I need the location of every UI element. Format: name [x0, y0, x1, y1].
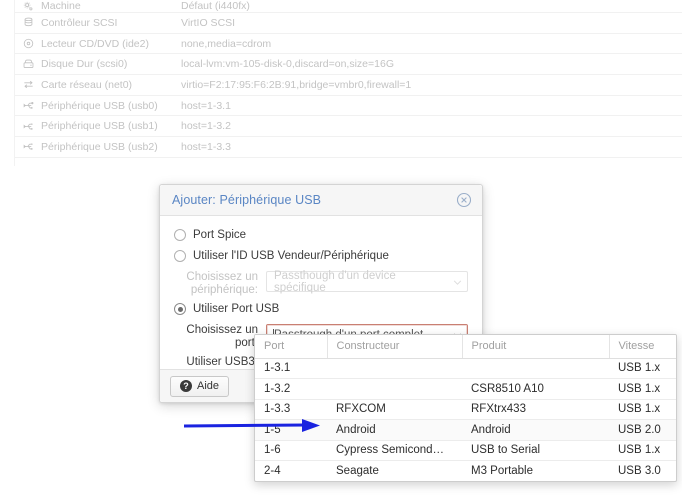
cell-vitesse: USB 1.x	[609, 378, 676, 400]
cell-port: 2-4	[264, 465, 281, 477]
cdrom-icon	[15, 38, 41, 49]
column-header-constructeur[interactable]: Constructeur	[327, 335, 463, 359]
column-header-vitesse[interactable]: Vitesse	[609, 335, 676, 359]
cell-vitesse: USB 1.x	[609, 399, 676, 420]
cell-produit: M3 Portable	[471, 465, 534, 477]
dialog-title: Ajouter: Périphérique USB	[172, 193, 322, 207]
hardware-value: virtio=F2:17:95:F6:2B:91,bridge=vmbr0,fi…	[181, 78, 412, 91]
usb-icon	[15, 100, 41, 111]
device-select-label: Choisissez un périphérique:	[186, 271, 258, 296]
hardware-name: Machine	[41, 0, 81, 12]
question-mark-icon: ?	[180, 380, 192, 392]
hardware-row-network[interactable]: Carte réseau (net0) virtio=F2:17:95:F6:2…	[15, 75, 682, 96]
radio-option-usb-port[interactable]: Utiliser Port USB	[174, 303, 468, 315]
table-row[interactable]: 1-6 Cypress Semicond… USB to Serial USB …	[255, 440, 676, 461]
hardware-name: Périphérique USB (usb2)	[41, 140, 158, 153]
hardware-name: Contrôleur SCSI	[41, 16, 118, 29]
hardware-row-usb2[interactable]: Périphérique USB (usb2) host=1-3.3	[15, 137, 682, 158]
cell-constructeur: Seagate	[336, 465, 379, 477]
cell-port: 1-6	[255, 440, 327, 461]
hardware-name: Périphérique USB (usb0)	[41, 99, 158, 112]
help-button[interactable]: ? Aide	[170, 375, 230, 397]
chevron-down-icon	[453, 279, 462, 285]
radio-spice-indicator[interactable]	[174, 229, 186, 241]
cell-port: 1-5	[255, 419, 327, 441]
hardware-value: Défaut (i440fx)	[181, 0, 250, 12]
help-button-label: Aide	[197, 380, 220, 392]
hardware-name: Carte réseau (net0)	[41, 78, 133, 91]
hardware-row-cdrom[interactable]: Lecteur CD/DVD (ide2) none,media=cdrom	[15, 34, 682, 55]
machine-icon	[15, 1, 41, 12]
table-row[interactable]: 1-3.2 CSR8510 A10 USB 1.x	[255, 378, 676, 400]
cell-constructeur	[327, 358, 462, 379]
cell-produit: CSR8510 A10	[462, 378, 609, 400]
device-select-value: Passthough d'un device spécifique	[274, 269, 396, 294]
usb-icon	[15, 141, 41, 152]
device-select-combobox[interactable]: Passthough d'un device spécifique	[266, 269, 468, 294]
cell-constructeur: Cypress Semicond…	[327, 440, 462, 461]
hardware-value: VirtIO SCSI	[181, 16, 236, 29]
network-icon	[15, 79, 41, 90]
radio-option-spice[interactable]: Port Spice	[174, 229, 468, 241]
hardware-name: Disque Dur (scsi0)	[41, 58, 128, 71]
hardware-name: Lecteur CD/DVD (ide2)	[41, 37, 149, 50]
radio-vendor-indicator[interactable]	[174, 250, 186, 262]
usb-icon	[15, 121, 41, 132]
hardware-value: local-lvm:vm-105-disk-0,discard=on,size=…	[181, 58, 394, 71]
hardware-row-scsi-controller[interactable]: Contrôleur SCSI VirtIO SCSI	[15, 13, 682, 34]
cell-constructeur	[327, 378, 462, 400]
hardware-value: host=1-3.2	[181, 120, 231, 133]
usb-port-table: Port Constructeur Produit Vitesse 1-3.1 …	[255, 335, 676, 482]
radio-option-vendor-id[interactable]: Utiliser l'ID USB Vendeur/Périphérique	[174, 250, 468, 262]
hardware-value: host=1-3.1	[181, 99, 231, 112]
cell-vitesse: USB 1.x	[609, 358, 676, 379]
column-header-produit[interactable]: Produit	[462, 335, 610, 359]
scsi-icon	[15, 17, 41, 28]
close-circle-icon[interactable]	[456, 192, 472, 208]
cell-constructeur: RFXCOM	[327, 399, 462, 420]
cell-vitesse: USB 1.x	[609, 440, 676, 461]
table-header-row: Port Constructeur Produit Vitesse	[255, 335, 676, 359]
cell-produit	[462, 358, 609, 379]
vm-hardware-grid: Machine Défaut (i440fx) Contrôleur SCSI …	[14, 0, 682, 166]
device-select-row: Choisissez un périphérique: Passthough d…	[174, 269, 468, 296]
hardware-row-usb0[interactable]: Périphérique USB (usb0) host=1-3.1	[15, 96, 682, 117]
cell-vitesse: USB 2.0	[609, 419, 676, 441]
table-row[interactable]: 1-5 Android Android USB 2.0	[255, 419, 676, 441]
column-header-port[interactable]: Port	[255, 335, 328, 359]
radio-usb-port-label: Utiliser Port USB	[193, 303, 280, 315]
cell-produit: Android	[462, 419, 609, 441]
radio-vendor-label: Utiliser l'ID USB Vendeur/Périphérique	[193, 250, 389, 262]
hardware-name: Périphérique USB (usb1)	[41, 120, 158, 133]
cell-produit: USB to Serial	[462, 440, 609, 461]
usb-port-picker-dropdown[interactable]: Port Constructeur Produit Vitesse 1-3.1 …	[254, 334, 677, 482]
harddisk-icon	[15, 59, 41, 70]
port-select-label: Choisissez un port:	[186, 324, 258, 349]
dialog-header: Ajouter: Périphérique USB	[160, 185, 482, 216]
screen-root: Machine Défaut (i440fx) Contrôleur SCSI …	[0, 0, 682, 500]
cell-constructeur: Android	[327, 419, 462, 441]
cell-vitesse: USB 3.0	[618, 465, 661, 477]
table-row[interactable]: 2-4 Seagate M3 Portable USB 3.0	[255, 461, 676, 482]
cell-port: 1-3.2	[255, 378, 327, 400]
hardware-value: none,media=cdrom	[181, 37, 272, 50]
table-row[interactable]: 1-3.1 USB 1.x	[255, 358, 676, 379]
radio-spice-label: Port Spice	[193, 229, 247, 241]
hardware-value: host=1-3.3	[181, 140, 231, 153]
usb3-label: Utiliser USB3:	[186, 356, 258, 368]
cell-produit: RFXtrx433	[462, 399, 609, 420]
hardware-row-usb1[interactable]: Périphérique USB (usb1) host=1-3.2	[15, 116, 682, 138]
hardware-row-machine[interactable]: Machine Défaut (i440fx)	[15, 0, 682, 13]
hardware-row-harddisk[interactable]: Disque Dur (scsi0) local-lvm:vm-105-disk…	[15, 54, 682, 76]
radio-usb-port-indicator[interactable]	[174, 303, 186, 315]
table-row[interactable]: 1-3.3 RFXCOM RFXtrx433 USB 1.x	[255, 399, 676, 420]
cell-port: 1-3.3	[255, 399, 327, 420]
cell-port: 1-3.1	[255, 358, 327, 379]
